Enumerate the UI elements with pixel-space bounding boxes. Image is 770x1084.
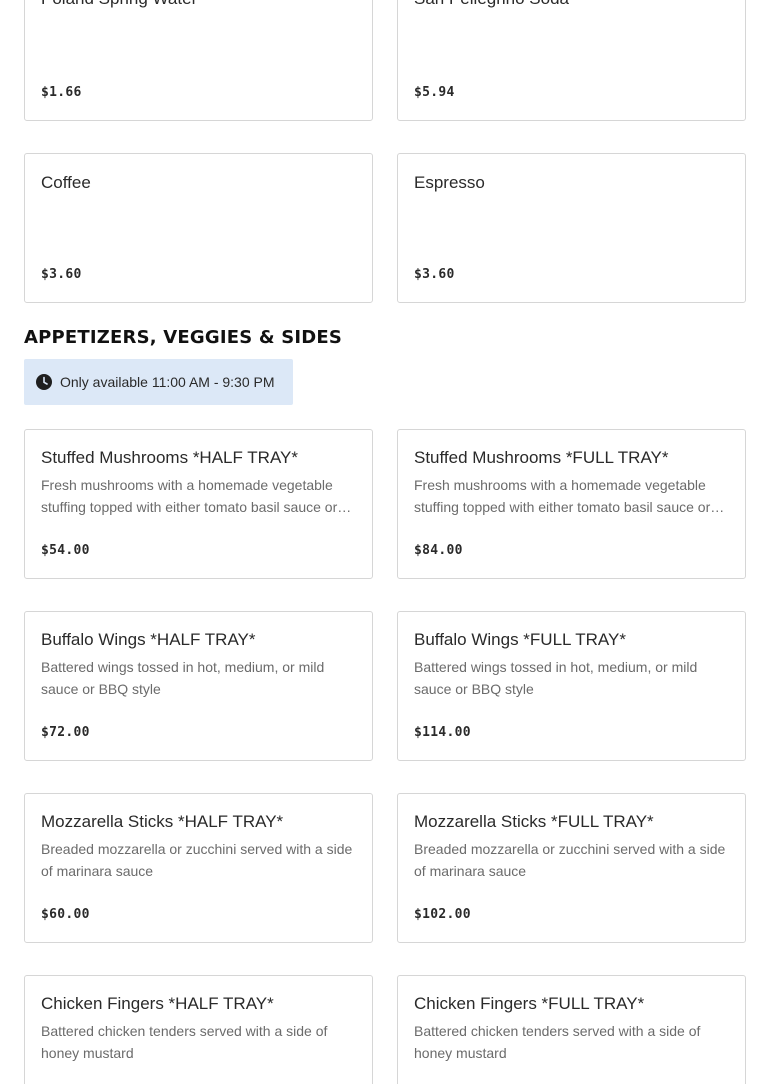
menu-item-description: Breaded mozzarella or zucchini served wi… <box>41 841 353 879</box>
menu-item-name: Chicken Fingers *HALF TRAY* <box>41 994 274 1013</box>
menu-item-price: $3.60 <box>414 267 455 282</box>
menu-item-card[interactable]: Mozzarella Sticks *FULL TRAY* Breaded mo… <box>397 793 746 943</box>
availability-text: Only available 11:00 AM - 9:30 PM <box>60 374 275 390</box>
menu-item-card[interactable]: Stuffed Mushrooms *FULL TRAY* Fresh mush… <box>397 429 746 579</box>
availability-banner: Only available 11:00 AM - 9:30 PM <box>24 359 293 405</box>
menu-item-description: Fresh mushrooms with a homemade vegetabl… <box>41 477 338 515</box>
menu-item-name: Coffee <box>41 173 91 192</box>
menu-item-card[interactable]: Poland Spring Water $1.66 <box>24 0 373 121</box>
menu-item-description: Battered chicken tenders served with a s… <box>41 1023 328 1061</box>
menu-item-name: Buffalo Wings *FULL TRAY* <box>414 630 626 649</box>
menu-item-name: Espresso <box>414 173 485 192</box>
menu-item-card[interactable]: Buffalo Wings *FULL TRAY* Battered wings… <box>397 611 746 761</box>
menu-item-name: San Pellegrino Soda <box>414 0 733 10</box>
menu-item-card[interactable]: Buffalo Wings *HALF TRAY* Battered wings… <box>24 611 373 761</box>
menu-item-name: Chicken Fingers *FULL TRAY* <box>414 994 645 1013</box>
menu-item-price: $72.00 <box>41 725 90 740</box>
menu-item-name: Mozzarella Sticks *FULL TRAY* <box>414 812 654 831</box>
menu-item-card[interactable]: Mozzarella Sticks *HALF TRAY* Breaded mo… <box>24 793 373 943</box>
menu-item-price: $3.60 <box>41 267 82 282</box>
clock-icon <box>36 374 52 390</box>
menu-item-card[interactable]: Coffee $3.60 <box>24 153 373 303</box>
menu-item-name: Stuffed Mushrooms *HALF TRAY* <box>41 448 298 467</box>
menu-item-card[interactable]: San Pellegrino Soda $5.94 <box>397 0 746 121</box>
menu-item-card[interactable]: Espresso $3.60 <box>397 153 746 303</box>
section-title: APPETIZERS, VEGGIES & SIDES <box>24 327 343 348</box>
menu-item-price: $114.00 <box>414 725 471 740</box>
menu-item-description: Battered chicken tenders served with a s… <box>414 1023 701 1061</box>
menu-item-name: Poland Spring Water <box>41 0 360 10</box>
menu-item-price: $60.00 <box>41 907 90 922</box>
menu-item-card[interactable]: Stuffed Mushrooms *HALF TRAY* Fresh mush… <box>24 429 373 579</box>
menu-item-card[interactable]: Chicken Fingers *FULL TRAY* Battered chi… <box>397 975 746 1084</box>
menu-item-description: Breaded mozzarella or zucchini served wi… <box>414 841 726 879</box>
menu-item-description: Fresh mushrooms with a homemade vegetabl… <box>414 477 711 515</box>
menu-item-description: Battered wings tossed in hot, medium, or… <box>41 659 325 697</box>
menu-item-price: $54.00 <box>41 543 90 558</box>
menu-item-price: $102.00 <box>414 907 471 922</box>
menu-item-price: $1.66 <box>41 85 82 100</box>
menu-item-name: Stuffed Mushrooms *FULL TRAY* <box>414 448 669 467</box>
menu-item-price: $5.94 <box>414 85 455 100</box>
menu-item-price: $84.00 <box>414 543 463 558</box>
menu-item-card[interactable]: Chicken Fingers *HALF TRAY* Battered chi… <box>24 975 373 1084</box>
menu-item-name: Buffalo Wings *HALF TRAY* <box>41 630 256 649</box>
menu-item-description: Battered wings tossed in hot, medium, or… <box>414 659 698 697</box>
menu-item-name: Mozzarella Sticks *HALF TRAY* <box>41 812 284 831</box>
menu-page: Poland Spring Water $1.66 San Pellegrino… <box>0 0 770 1084</box>
